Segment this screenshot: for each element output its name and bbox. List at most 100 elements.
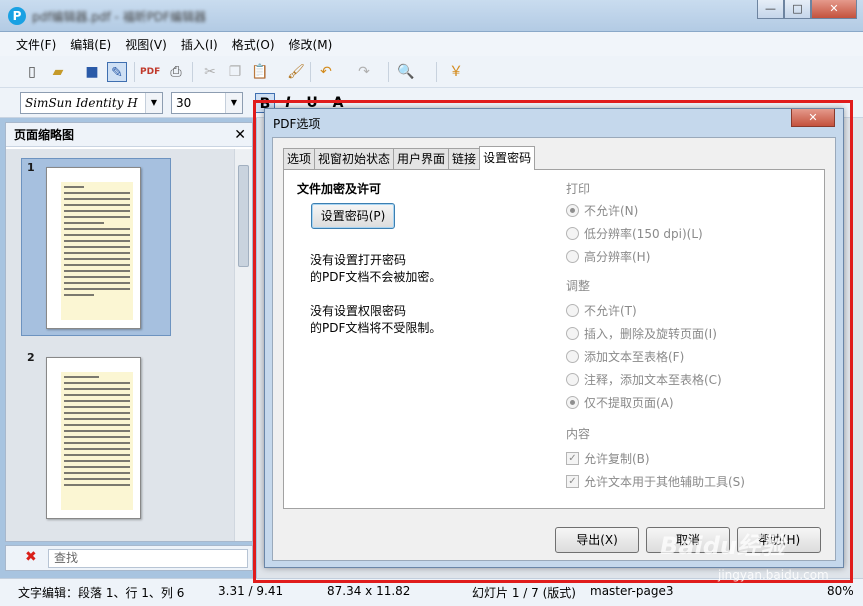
dialog-body: 选项 视窗初始状态 用户界面 链接 设置密码 文件加密及许可 设置密码(P) 没… [272, 137, 836, 561]
content-group-label: 内容 [566, 427, 591, 441]
font-family-select[interactable]: SimSun Identity H ▼ [20, 92, 163, 114]
print-option-none[interactable]: 不允许(N) [566, 202, 638, 219]
clear-search-icon[interactable]: ✖ [25, 549, 37, 565]
tab-set-password[interactable]: 设置密码 [479, 146, 536, 170]
dialog-close-button[interactable]: ✕ [791, 109, 835, 127]
cursor-position: 3.31 / 9.41 [218, 584, 284, 598]
content-allow-accessibility[interactable]: ✓ 允许文本用于其他辅助工具(S) [566, 473, 745, 490]
minimize-button[interactable]: — [757, 0, 784, 19]
encrypt-section-title: 文件加密及许可 [297, 182, 382, 196]
window-title: pdf编辑器.pdf - 福昕PDF编辑器 [32, 10, 207, 24]
scrollbar-thumb[interactable] [238, 165, 249, 267]
edit-icon[interactable]: ✎ [107, 62, 127, 82]
tab-options[interactable]: 选项 [283, 148, 316, 170]
print-option-low-res[interactable]: 低分辨率(150 dpi)(L) [566, 225, 703, 242]
search-input[interactable]: 查找 [48, 549, 248, 568]
panel-header: 页面缩略图 ✕ [6, 123, 252, 147]
page-thumbnail[interactable]: 2 [21, 348, 171, 526]
tab-links[interactable]: 链接 [448, 148, 481, 170]
print-icon[interactable]: ⎙ [166, 62, 186, 82]
edit-mode-status: 文字编辑：段落 1、行 1、列 6 [18, 586, 185, 600]
menu-view[interactable]: 视图(V) [119, 36, 173, 53]
watermark-url: jingyan.baidu.com [718, 568, 829, 582]
open-password-info: 没有设置打开密码 的PDF文档不会被加密。 [310, 253, 442, 284]
window-controls: — □ ✕ [757, 0, 857, 20]
menu-format[interactable]: 格式(O) [226, 36, 281, 53]
thumbnail-scrollbar[interactable] [234, 149, 252, 541]
close-icon[interactable]: ✕ [234, 123, 246, 147]
export-pdf-icon[interactable]: PDF [140, 62, 160, 82]
format-painter-icon[interactable]: 🖌 [286, 62, 306, 82]
adjust-option-insert-delete-rotate[interactable]: 插入，删除及旋转页面(I) [566, 325, 717, 342]
master-page-status: master-page3 [590, 584, 674, 598]
page-thumbnail[interactable]: 1 [21, 158, 171, 336]
password-tab-panel: 文件加密及许可 设置密码(P) 没有设置打开密码 的PDF文档不会被加密。 没有… [283, 169, 825, 509]
page-number: 1 [27, 161, 35, 174]
copy-icon[interactable]: ❐ [225, 62, 245, 82]
menu-modify[interactable]: 修改(M) [283, 36, 339, 53]
adjust-option-none[interactable]: 不允许(T) [566, 302, 637, 319]
pdf-options-dialog: PDF选项 ✕ 选项 视窗初始状态 用户界面 链接 设置密码 文件加密及许可 设… [264, 108, 844, 568]
radio-icon [566, 204, 579, 217]
open-folder-icon[interactable]: ▰ [48, 62, 68, 82]
tab-initial-view[interactable]: 视窗初始状态 [314, 148, 395, 170]
thumbnail-panel: 页面缩略图 ✕ 1 2 [5, 122, 253, 542]
page-preview [46, 167, 141, 329]
radio-icon [566, 350, 579, 363]
checkbox-icon: ✓ [566, 452, 579, 465]
upgrade-icon[interactable]: ￥ [446, 62, 466, 82]
toolbar-separator [388, 62, 389, 82]
page-number: 2 [27, 351, 35, 364]
panel-title: 页面缩略图 [14, 128, 75, 142]
redo-icon[interactable]: ↷ [354, 62, 374, 82]
adjust-option-comment-forms[interactable]: 注释，添加文本至表格(C) [566, 371, 722, 388]
radio-icon [566, 396, 579, 409]
app-logo-icon: P [8, 7, 26, 25]
page-content [61, 182, 133, 320]
baidu-watermark-logo: Baidu经验 [660, 532, 785, 560]
save-icon[interactable]: ■ [82, 62, 102, 82]
page-preview [46, 357, 141, 519]
zoom-icon[interactable]: 🔍 [396, 62, 416, 82]
undo-icon[interactable]: ↶ [316, 62, 336, 82]
adjust-option-no-extract[interactable]: 仅不提取页面(A) [566, 394, 674, 411]
search-bar: ✖ 查找 [5, 545, 253, 571]
radio-icon [566, 373, 579, 386]
toolbar-separator [192, 62, 193, 82]
menu-file[interactable]: 文件(F) [10, 36, 62, 53]
export-button[interactable]: 导出(X) [555, 527, 639, 553]
font-size-value: 30 [176, 96, 192, 110]
paste-icon[interactable]: 📋 [250, 62, 270, 82]
radio-icon [566, 227, 579, 240]
tab-user-interface[interactable]: 用户界面 [393, 148, 450, 170]
checkbox-icon: ✓ [566, 475, 579, 488]
content-allow-copy[interactable]: ✓ 允许复制(B) [566, 450, 650, 467]
close-window-button[interactable]: ✕ [811, 0, 857, 19]
menu-edit[interactable]: 编辑(E) [64, 36, 117, 53]
menu-insert[interactable]: 插入(I) [175, 36, 224, 53]
permissions-group: 打印 不允许(N) 低分辨率(150 dpi)(L) 高分辨率(H) 调整 不允… [554, 180, 814, 500]
font-family-value: SimSun Identity H [25, 96, 138, 110]
font-size-select[interactable]: 30 ▼ [171, 92, 243, 114]
new-document-icon[interactable]: ▯ [22, 62, 42, 82]
adjust-group-label: 调整 [566, 279, 591, 293]
maximize-button[interactable]: □ [784, 0, 811, 19]
radio-icon [566, 304, 579, 317]
status-bar: 文字编辑：段落 1、行 1、列 6 3.31 / 9.41 87.34 x 11… [0, 578, 863, 606]
menu-bar: 文件(F) 编辑(E) 视图(V) 插入(I) 格式(O) 修改(M) [0, 32, 863, 56]
zoom-level: 80% [827, 584, 854, 598]
selection-size: 87.34 x 11.82 [327, 584, 411, 598]
radio-icon [566, 250, 579, 263]
dialog-tabs: 选项 视窗初始状态 用户界面 链接 设置密码 [283, 146, 536, 170]
adjust-option-fill-forms[interactable]: 添加文本至表格(F) [566, 348, 684, 365]
chevron-down-icon[interactable]: ▼ [225, 93, 242, 113]
slide-status: 幻灯片 1 / 7 (版式) [472, 586, 576, 600]
main-toolbar: ▯ ▰ ■ ✎ PDF ⎙ ✂ ❐ 📋 🖌 ↶ ↷ 🔍 ￥ [0, 56, 863, 88]
chevron-down-icon[interactable]: ▼ [145, 93, 162, 113]
thumbnail-list: 1 2 [6, 149, 234, 541]
cut-icon[interactable]: ✂ [200, 62, 220, 82]
print-option-high-res[interactable]: 高分辨率(H) [566, 248, 650, 265]
permission-password-info: 没有设置权限密码 的PDF文档将不受限制。 [310, 304, 442, 335]
radio-icon [566, 327, 579, 340]
set-password-button[interactable]: 设置密码(P) [311, 203, 395, 229]
